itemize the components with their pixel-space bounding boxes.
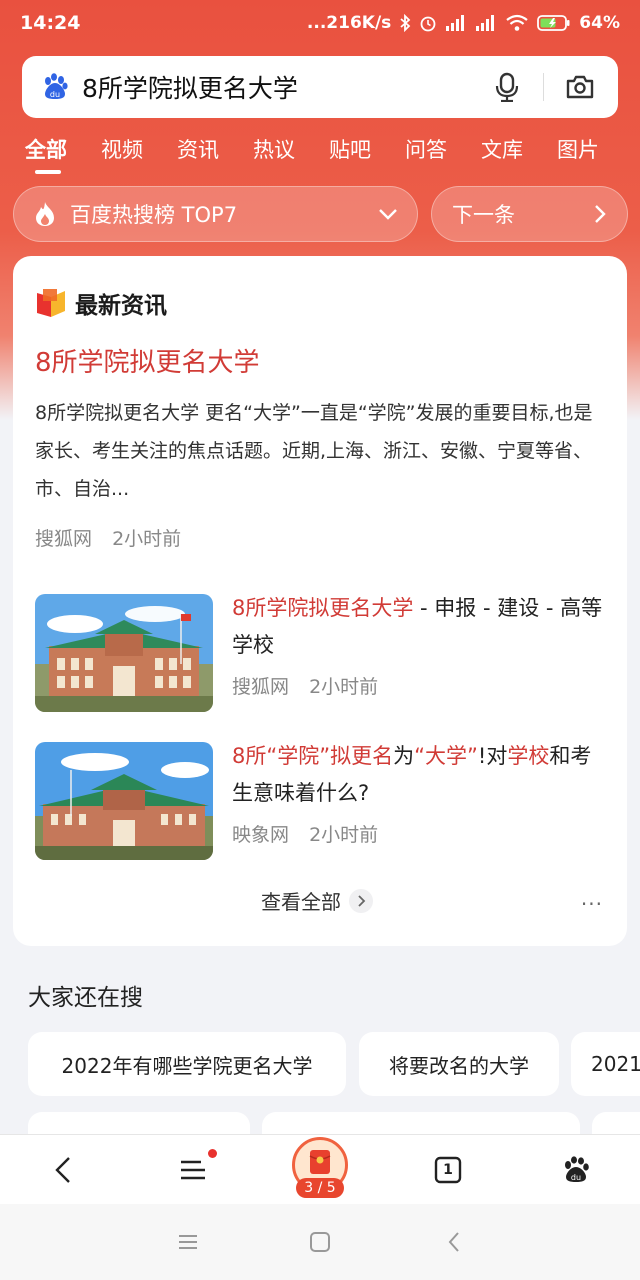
- tab-video[interactable]: 视频: [101, 134, 177, 164]
- tab-count: 1: [443, 1162, 453, 1178]
- microphone-icon: [495, 72, 519, 102]
- system-nav-bar: [0, 1204, 640, 1280]
- system-back-icon: [448, 1232, 459, 1252]
- search-divider: [543, 73, 544, 101]
- status-bar: 14:24 ...216K/s 64%: [0, 0, 640, 46]
- news-item-title[interactable]: 8所“学院”拟更名为“大学”!对学校和考生意味着什么?: [232, 738, 608, 812]
- menu-icon: [181, 1160, 205, 1180]
- recent-apps-button[interactable]: [174, 1228, 202, 1256]
- camera-icon: [566, 75, 594, 99]
- back-button[interactable]: [40, 1135, 86, 1205]
- system-back-button[interactable]: [440, 1228, 468, 1256]
- wifi-icon: [506, 14, 528, 31]
- home-button[interactable]: [306, 1228, 334, 1256]
- signal-icon: [446, 15, 465, 31]
- latest-news-card: 最新资讯 8所学院拟更名大学 8所学院拟更名大学 更名“大学”一直是“学院”发展…: [13, 256, 627, 946]
- hot-rank-dropdown[interactable]: 百度热搜榜 TOP7: [13, 186, 418, 242]
- search-input[interactable]: [82, 72, 485, 102]
- related-search-chip[interactable]: 2021: [571, 1032, 640, 1096]
- tab-library[interactable]: 文库: [481, 134, 557, 164]
- card-header: 最新资讯: [35, 286, 167, 320]
- news-item-meta: 映象网 2小时前: [232, 820, 378, 847]
- news-logo-icon: [37, 289, 65, 317]
- notification-dot: [208, 1149, 217, 1158]
- hot-rank-label: 百度热搜榜 TOP7: [70, 203, 238, 227]
- baidu-paw-icon: du: [38, 70, 72, 104]
- signal-hd-icon: [476, 15, 495, 31]
- news-thumbnail: [35, 742, 213, 860]
- tab-images[interactable]: 图片: [557, 134, 633, 164]
- tab-tieba[interactable]: 贴吧: [329, 134, 405, 164]
- voice-search-button[interactable]: [485, 65, 529, 109]
- chevron-down-icon: [379, 209, 397, 220]
- news-item-meta: 搜狐网 2小时前: [232, 672, 378, 699]
- also-search-title: 大家还在搜: [28, 985, 143, 1011]
- news-list-item[interactable]: 8所“学院”拟更名为“大学”!对学校和考生意味着什么? 映象网 2小时前: [35, 742, 605, 860]
- news-time: 2小时前: [309, 824, 379, 846]
- news-source: 映象网: [232, 824, 290, 846]
- news-item-title[interactable]: 8所学院拟更名大学 - 申报 - 建设 - 高等学校: [232, 590, 608, 664]
- chevron-right-icon: [595, 205, 606, 223]
- view-all-label: 查看全部: [261, 890, 341, 914]
- related-search-chip-partial[interactable]: [262, 1112, 580, 1134]
- svg-text:du: du: [50, 90, 60, 99]
- news-thumbnail: [35, 594, 213, 712]
- menu-button[interactable]: [170, 1135, 217, 1205]
- baidu-home-button[interactable]: du: [556, 1135, 596, 1205]
- tab-all[interactable]: 全部: [25, 134, 101, 174]
- home-square-icon: [310, 1232, 330, 1252]
- main-news-abstract[interactable]: 8所学院拟更名大学 更名“大学”一直是“学院”发展的重要目标,也是家长、考生关注…: [35, 394, 605, 508]
- card-header-title: 最新资讯: [75, 293, 167, 319]
- network-speed: ...216K/s: [306, 13, 392, 33]
- related-search-chip[interactable]: 将要改名的大学: [359, 1032, 559, 1096]
- more-options-button[interactable]: ···: [581, 892, 603, 916]
- next-item-label: 下一条: [452, 203, 515, 227]
- news-time: 2小时前: [112, 528, 182, 550]
- related-search-chip[interactable]: 2022年有哪些学院更名大学: [28, 1032, 346, 1096]
- tab-discussion[interactable]: 热议: [253, 134, 329, 164]
- news-time: 2小时前: [309, 676, 379, 698]
- chevron-right-icon: [349, 888, 373, 913]
- bluetooth-icon: [400, 14, 411, 32]
- back-arrow-icon: [55, 1157, 70, 1183]
- recent-apps-icon: [179, 1235, 197, 1249]
- baidu-paw-icon: du: [565, 1156, 589, 1182]
- status-indicators: ...216K/s 64%: [307, 13, 620, 33]
- tab-news[interactable]: 资讯: [177, 134, 253, 164]
- tab-qa[interactable]: 问答: [405, 134, 481, 164]
- related-search-chip-partial[interactable]: [592, 1112, 640, 1134]
- main-news-meta: 搜狐网 2小时前: [35, 524, 181, 551]
- news-list-item[interactable]: 8所学院拟更名大学 - 申报 - 建设 - 高等学校 搜狐网 2小时前: [35, 594, 605, 712]
- next-item-button[interactable]: 下一条: [431, 186, 628, 242]
- search-tabs: 全部 视频 资讯 热议 贴吧 问答 文库 图片: [0, 124, 640, 174]
- news-source: 搜狐网: [232, 676, 290, 698]
- view-all-button[interactable]: 查看全部: [261, 886, 373, 915]
- status-time: 14:24: [20, 12, 81, 34]
- main-news-title[interactable]: 8所学院拟更名大学: [35, 342, 260, 379]
- alarm-icon: [420, 16, 436, 32]
- tabs-button[interactable]: 1: [426, 1135, 470, 1205]
- news-source: 搜狐网: [35, 528, 93, 550]
- image-search-button[interactable]: [558, 65, 602, 109]
- battery-percent: 64%: [579, 13, 620, 33]
- battery-icon: [537, 15, 570, 31]
- flame-icon: [36, 202, 54, 226]
- related-search-chip-partial[interactable]: [28, 1112, 250, 1134]
- search-bar[interactable]: du: [22, 56, 618, 118]
- svg-text:du: du: [571, 1173, 581, 1182]
- task-progress-badge: 3 / 5: [296, 1178, 344, 1198]
